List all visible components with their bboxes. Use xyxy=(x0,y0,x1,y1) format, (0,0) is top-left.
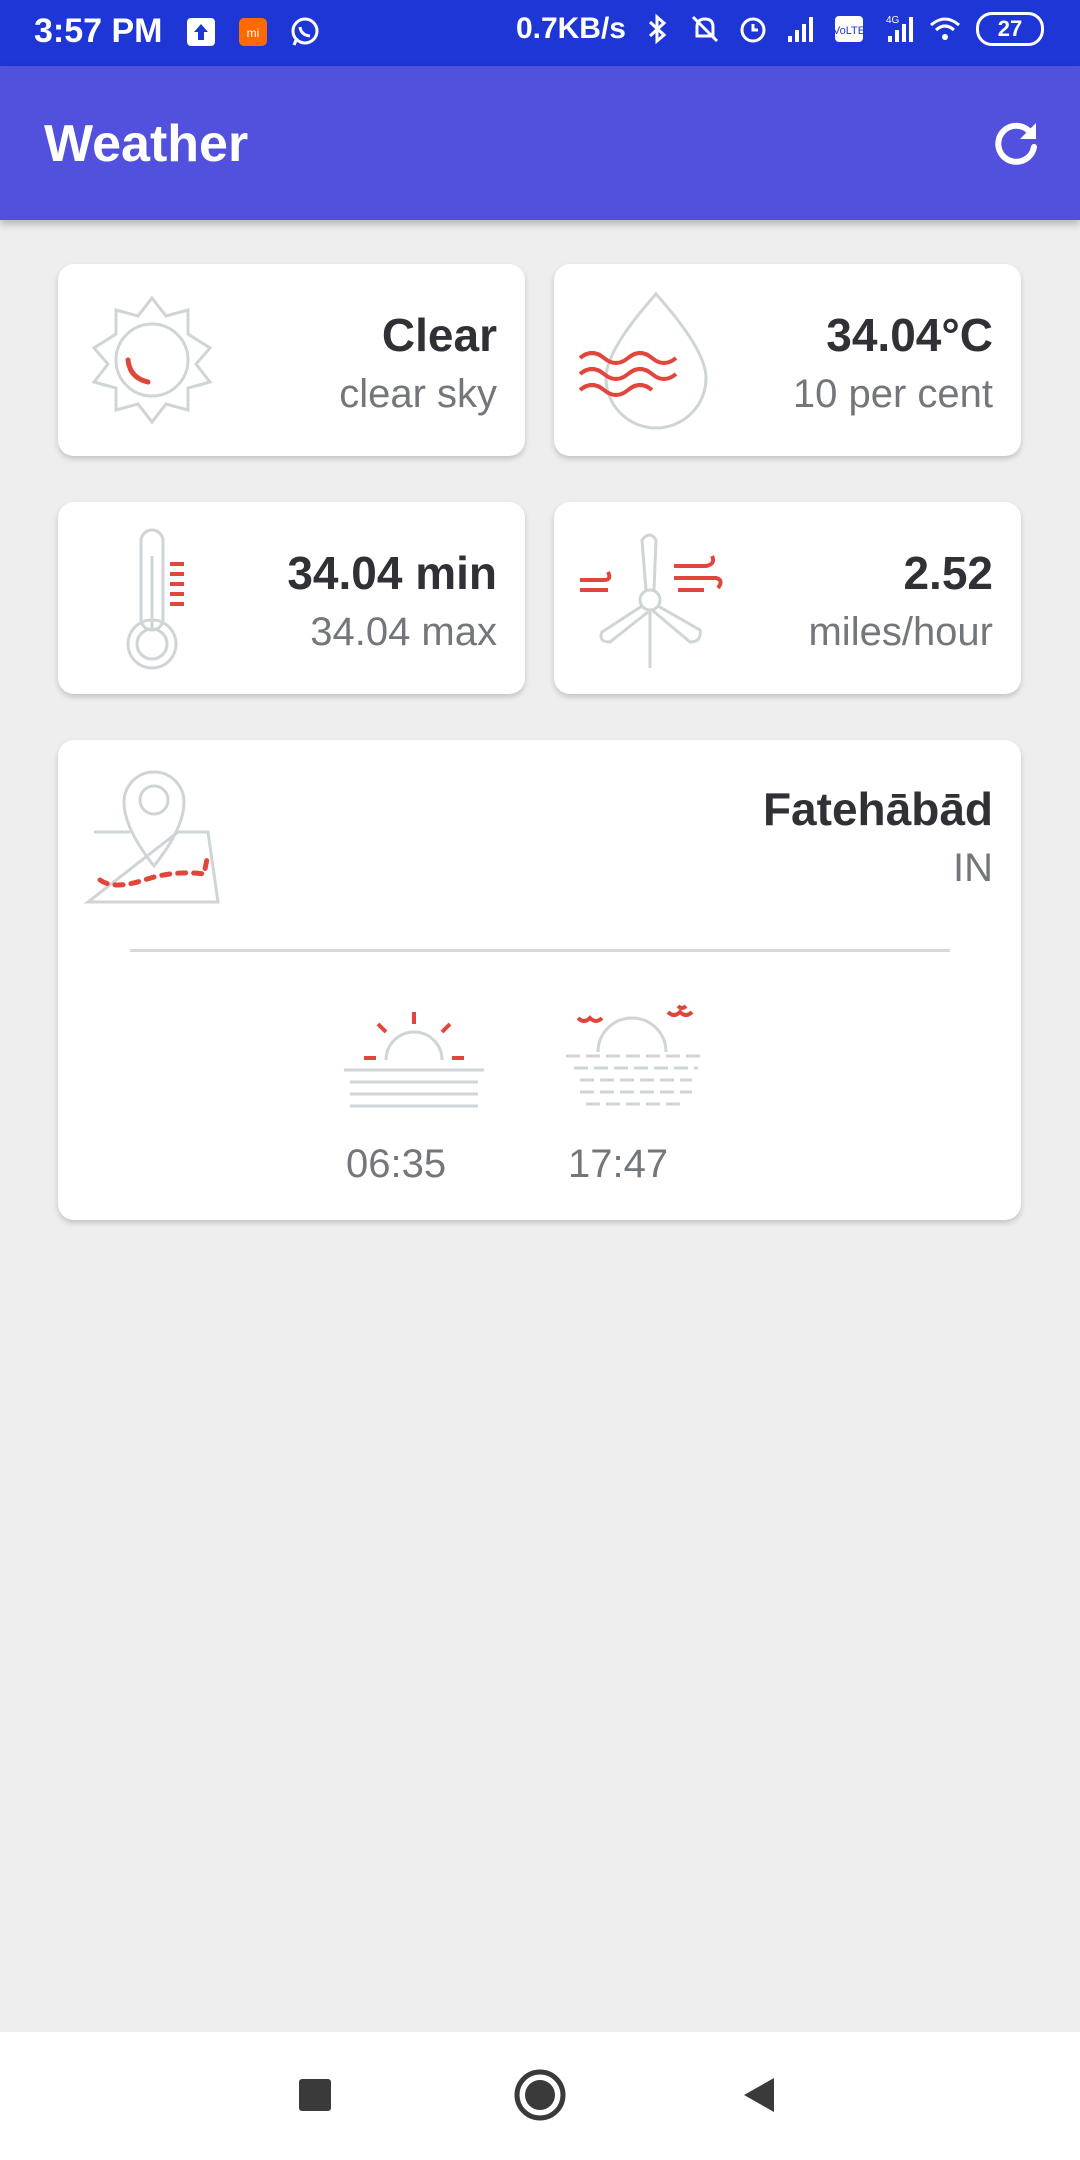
mi-icon: mi xyxy=(239,18,267,46)
humidity-main: 34.04°C xyxy=(826,309,993,361)
app-bar: Weather xyxy=(0,66,1080,220)
app-title: Weather xyxy=(44,115,249,173)
location-card: Fatehābād IN 06:35 17:47 xyxy=(58,740,1021,1220)
signal-icon xyxy=(788,17,813,42)
wind-turbine-icon xyxy=(580,533,723,668)
sunset-time: 17:47 xyxy=(568,1142,669,1186)
sunrise-time: 06:35 xyxy=(346,1142,447,1186)
wifi-icon xyxy=(930,17,960,40)
svg-text:VoLTE: VoLTE xyxy=(833,25,865,37)
recents-icon xyxy=(299,2079,331,2111)
wind-speed: 2.52 xyxy=(903,547,993,599)
alarm-icon xyxy=(740,17,766,43)
back-button[interactable] xyxy=(725,2060,795,2130)
wind-card: 2.52 miles/hour xyxy=(554,502,1021,694)
sun-icon xyxy=(91,295,213,425)
home-button[interactable] xyxy=(505,2060,575,2130)
navigation-bar xyxy=(0,2032,1080,2160)
condition-description: clear sky xyxy=(339,372,497,416)
network-speed: 0.7KB/s xyxy=(515,12,626,45)
svg-text:4G: 4G xyxy=(886,15,900,26)
bluetooth-icon xyxy=(648,13,667,45)
whatsapp-icon xyxy=(291,17,319,46)
condition-main: Clear xyxy=(381,309,497,361)
refresh-button[interactable] xyxy=(984,111,1050,177)
sunrise-icon xyxy=(344,1012,484,1108)
home-icon xyxy=(514,2069,566,2121)
status-time: 3:57 PM xyxy=(34,12,163,50)
location-city: Fatehābād xyxy=(762,783,993,835)
map-pin-icon xyxy=(84,770,220,904)
divider xyxy=(130,949,950,952)
status-bar: 3:57 PM mi 0.7KB/s VoLTE 4G 27 xyxy=(0,0,1080,66)
signal-4g-icon: 4G xyxy=(886,15,913,42)
temperature-max: 34.04 max xyxy=(310,610,497,654)
upload-icon xyxy=(187,18,215,46)
temperature-card: 34.04 min 34.04 max xyxy=(58,502,525,694)
back-icon xyxy=(744,2078,774,2112)
mute-icon xyxy=(691,15,719,43)
condition-card: Clear clear sky xyxy=(58,264,525,456)
volte-icon: VoLTE xyxy=(833,16,865,42)
temperature-min: 34.04 min xyxy=(287,547,497,599)
battery-icon: 27 xyxy=(976,12,1044,46)
svg-text:mi: mi xyxy=(247,26,260,40)
sunset-icon xyxy=(566,1004,706,1106)
wind-unit: miles/hour xyxy=(808,610,993,654)
recents-button[interactable] xyxy=(280,2060,350,2130)
humidity-sub: 10 per cent xyxy=(792,372,993,416)
humidity-drop-icon xyxy=(578,291,708,430)
thermometer-icon xyxy=(126,528,184,670)
location-country: IN xyxy=(953,846,993,890)
refresh-icon xyxy=(995,122,1037,165)
humidity-card: 34.04°C 10 per cent xyxy=(554,264,1021,456)
